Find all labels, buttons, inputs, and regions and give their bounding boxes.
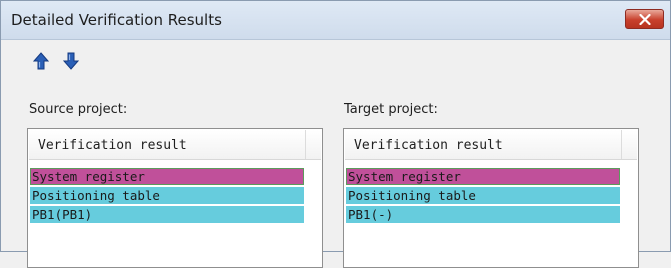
list-item-label: System register [32, 169, 145, 184]
list-item-label: Positioning table [348, 188, 476, 203]
list-item-label: Positioning table [32, 188, 160, 203]
list-item[interactable]: PB1(-) [346, 206, 620, 223]
column-divider [621, 130, 622, 159]
list-item-label: System register [348, 169, 461, 184]
close-button[interactable] [625, 9, 664, 29]
move-up-button[interactable] [32, 52, 50, 70]
window-title: Detailed Verification Results [11, 11, 222, 29]
column-divider [305, 130, 306, 159]
list-item[interactable]: System register [346, 168, 620, 185]
arrow-up-icon [32, 52, 50, 70]
target-header-label: Verification result [354, 138, 503, 153]
source-project-label: Source project: [29, 102, 128, 117]
list-item[interactable]: System register [30, 168, 304, 185]
arrow-down-icon [62, 52, 80, 70]
source-result-list[interactable]: Verification result System register Posi… [27, 128, 323, 268]
verification-dialog: Detailed Verification Results Source pro… [0, 0, 671, 268]
target-result-list[interactable]: Verification result System register Posi… [343, 128, 639, 268]
move-down-button[interactable] [62, 52, 80, 70]
list-item[interactable]: PB1(PB1) [30, 206, 304, 223]
list-item-label: PB1(PB1) [32, 207, 93, 222]
target-column-header[interactable]: Verification result [345, 130, 637, 160]
target-rows: System register Positioning table PB1(-) [346, 168, 620, 225]
list-item-label: PB1(-) [348, 207, 394, 222]
source-column-header[interactable]: Verification result [29, 130, 321, 160]
source-header-label: Verification result [38, 138, 187, 153]
list-item[interactable]: Positioning table [30, 187, 304, 204]
title-bar[interactable]: Detailed Verification Results [1, 1, 670, 40]
target-project-label: Target project: [344, 102, 438, 117]
list-item[interactable]: Positioning table [346, 187, 620, 204]
close-icon [639, 14, 651, 25]
source-rows: System register Positioning table PB1(PB… [30, 168, 304, 225]
